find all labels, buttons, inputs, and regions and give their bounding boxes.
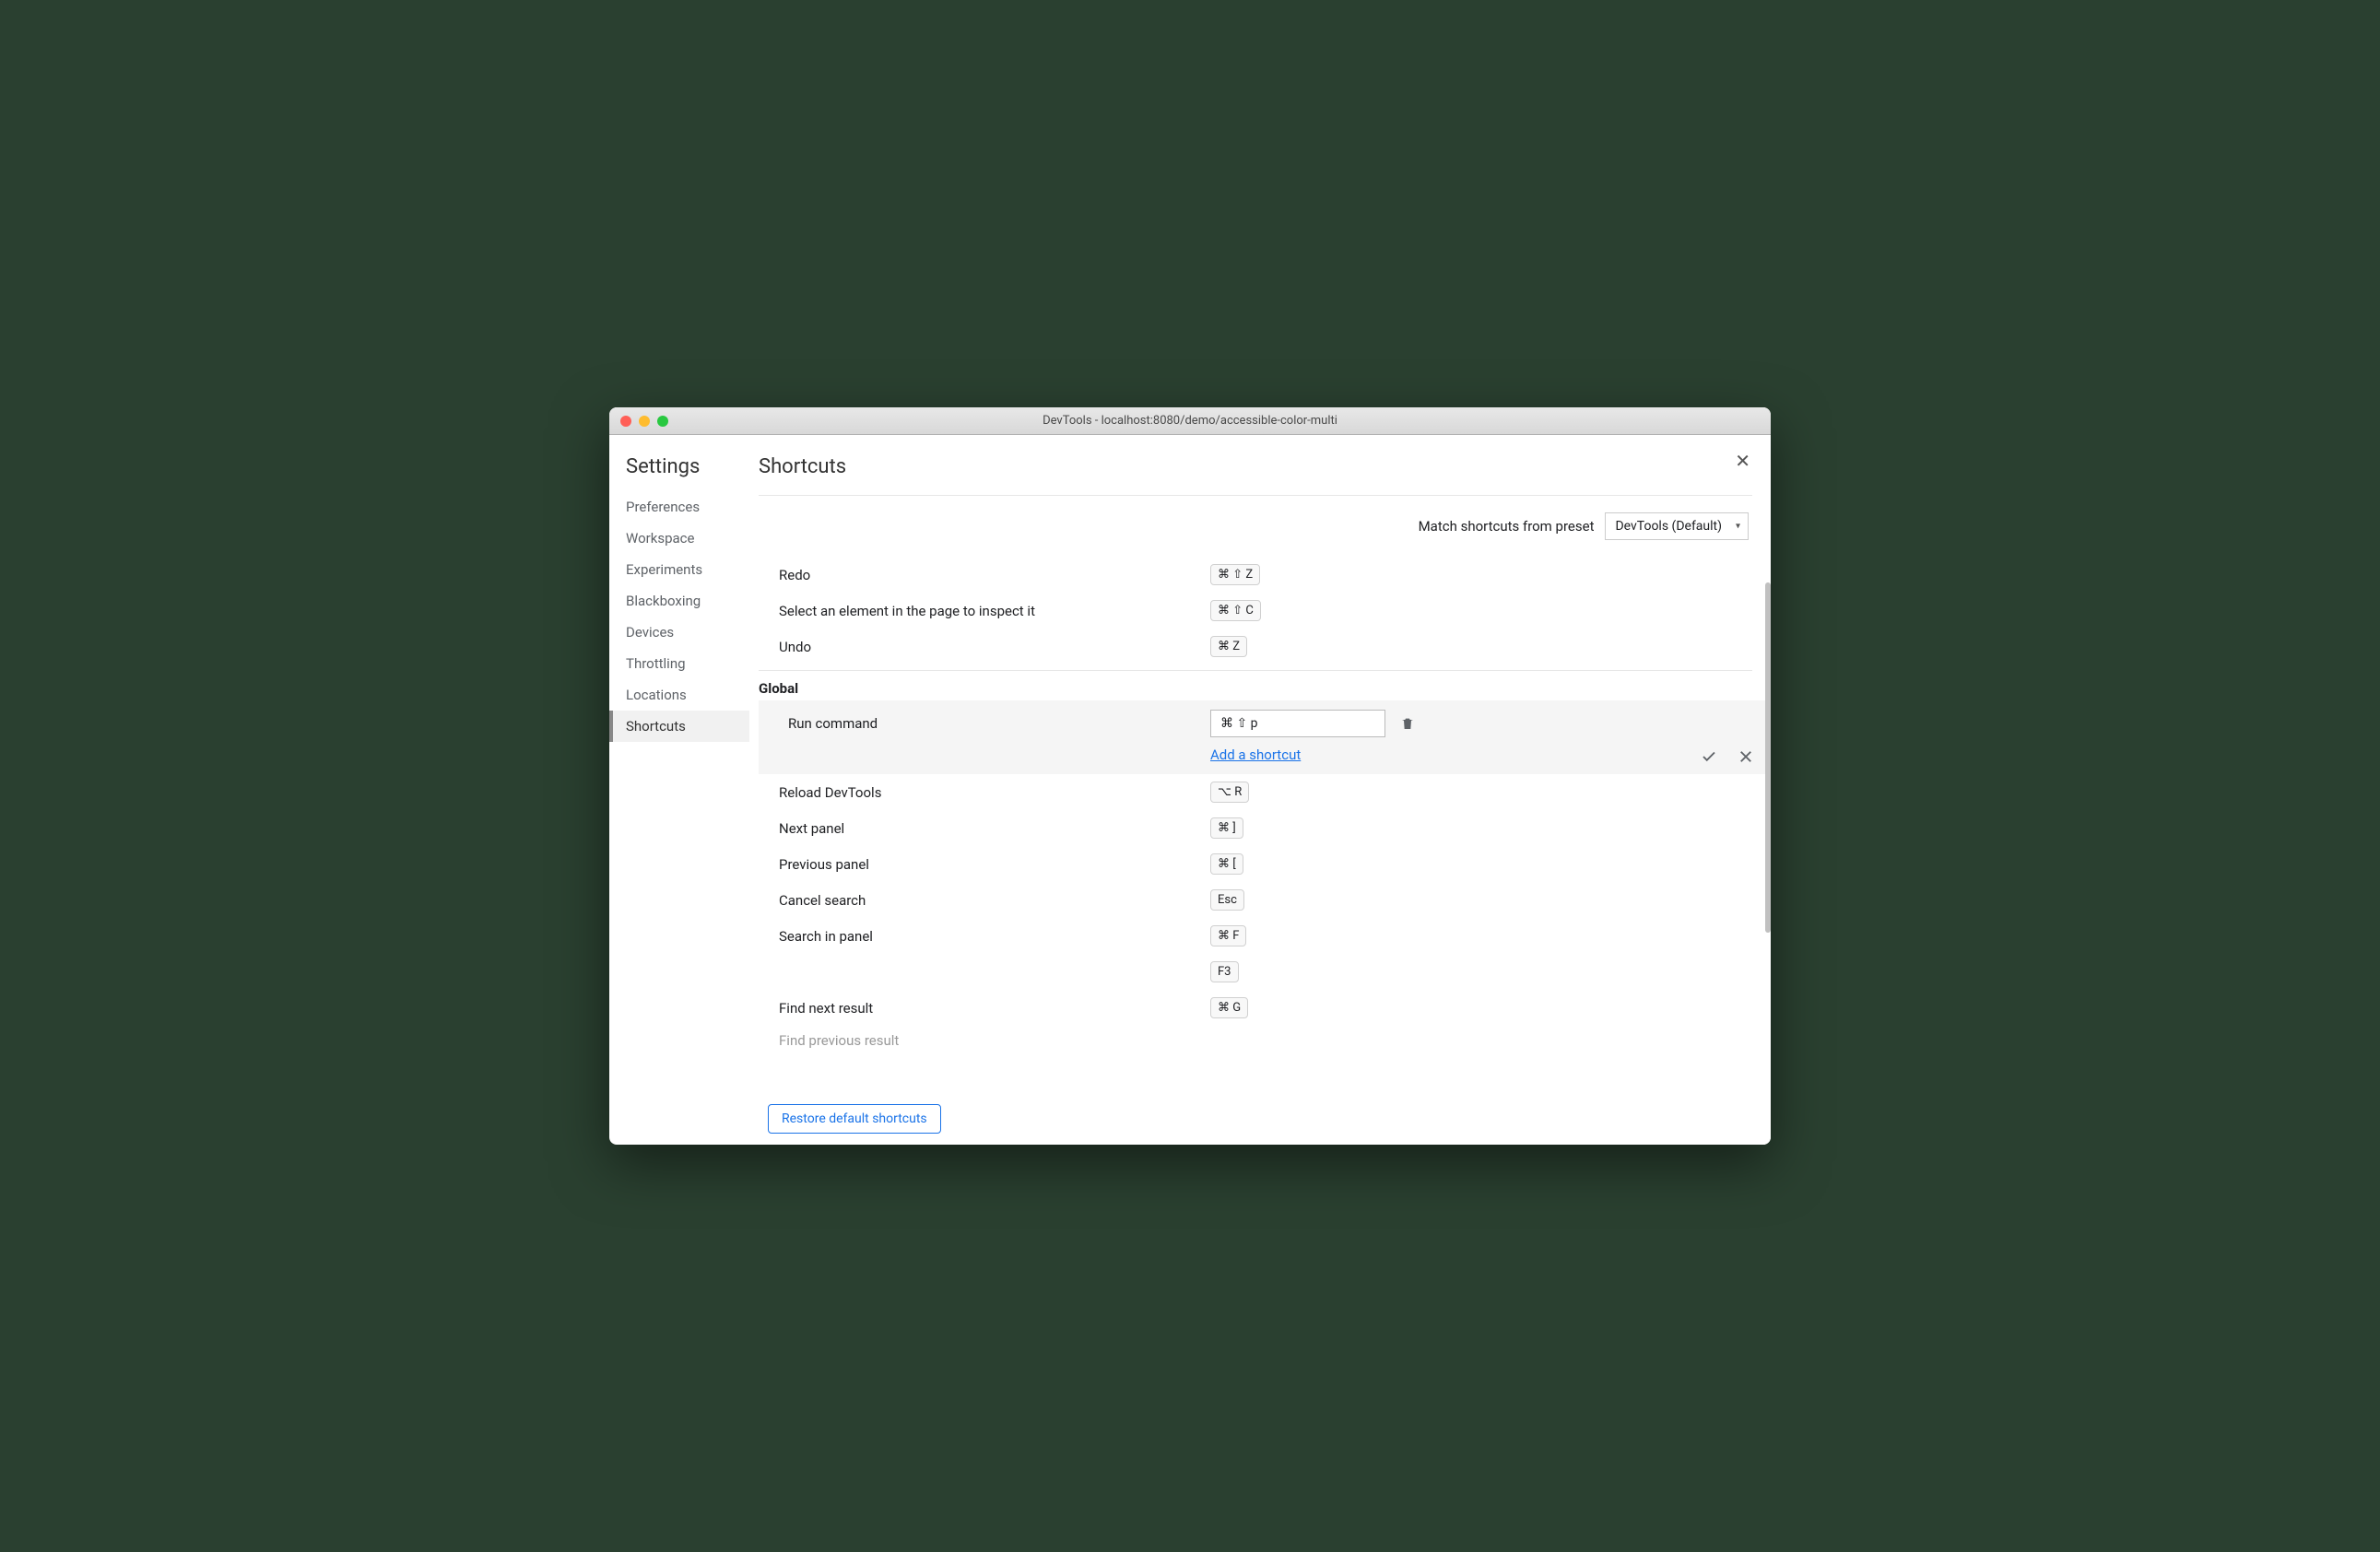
shortcut-row-run-command-editing: Run command Add a shortcut [759,700,1765,774]
shortcut-keys: ⌘ [ [1210,853,1771,875]
sidebar-item-devices[interactable]: Devices [609,617,749,648]
shortcut-row-select-element[interactable]: Select an element in the page to inspect… [759,593,1771,629]
add-shortcut-link[interactable]: Add a shortcut [1210,747,1301,763]
shortcut-keys: ⌘ F [1210,925,1771,946]
shortcut-row-cancel-search[interactable]: Cancel search Esc [759,882,1771,918]
key-badge: F3 [1210,961,1239,982]
sidebar-item-experiments[interactable]: Experiments [609,554,749,585]
shortcut-row-redo[interactable]: Redo ⌘ ⇧ Z [759,557,1771,593]
close-panel-button[interactable]: ✕ [1735,452,1750,470]
main-panel: Shortcuts Match shortcuts from preset De… [749,435,1771,1145]
preset-label: Match shortcuts from preset [1419,518,1595,535]
edit-actions [1701,748,1754,765]
titlebar: DevTools - localhost:8080/demo/accessibl… [609,407,1771,435]
sidebar-item-preferences[interactable]: Preferences [609,491,749,523]
shortcut-row-search-in-panel[interactable]: Search in panel ⌘ F [759,918,1771,954]
shortcut-row-find-next[interactable]: Find next result ⌘ G [759,990,1771,1026]
shortcut-input[interactable] [1210,710,1385,737]
shortcut-label: Select an element in the page to inspect… [759,603,1210,619]
shortcut-keys: F3 [1210,961,1771,982]
traffic-lights [620,416,668,427]
restore-defaults-button[interactable]: Restore default shortcuts [768,1104,941,1134]
sidebar-title: Settings [609,450,749,491]
restore-bar: Restore default shortcuts [768,1096,1771,1145]
sidebar-item-shortcuts[interactable]: Shortcuts [609,711,749,742]
preset-select[interactable]: DevTools (Default) [1605,512,1749,540]
cancel-edit-button[interactable] [1738,748,1754,765]
delete-shortcut-button[interactable] [1400,715,1415,732]
sidebar-item-locations[interactable]: Locations [609,679,749,711]
sidebar-item-workspace[interactable]: Workspace [609,523,749,554]
check-icon [1701,748,1717,765]
key-badge: Esc [1210,889,1244,911]
shortcut-keys: ⌘ ⇧ C [1210,600,1771,621]
key-badge: ⌘ [ [1210,853,1243,875]
content-area: ✕ Settings Preferences Workspace Experim… [609,435,1771,1145]
key-badge: ⌘ ⇧ Z [1210,564,1260,585]
shortcut-label: Next panel [759,820,1210,837]
shortcut-row-next-panel[interactable]: Next panel ⌘ ] [759,810,1771,846]
shortcut-keys: ⌥ R [1210,782,1771,803]
trash-icon [1400,715,1415,732]
shortcut-label: Run command [759,715,1210,732]
key-badge: ⌥ R [1210,782,1249,803]
preset-row: Match shortcuts from preset DevTools (De… [749,496,1771,557]
scrollbar-thumb[interactable] [1765,582,1771,933]
preset-select-value: DevTools (Default) [1615,519,1722,534]
shortcut-keys: ⌘ ⇧ Z [1210,564,1771,585]
sidebar-item-throttling[interactable]: Throttling [609,648,749,679]
maximize-window-button[interactable] [657,416,668,427]
shortcut-row-find-previous[interactable]: Find previous result [759,1026,1771,1048]
devtools-window: DevTools - localhost:8080/demo/accessibl… [609,407,1771,1145]
x-icon [1738,748,1754,765]
section-header-global: Global [759,670,1752,700]
shortcut-label: Reload DevTools [759,784,1210,801]
confirm-edit-button[interactable] [1701,748,1717,765]
shortcut-keys: ⌘ G [1210,997,1771,1018]
window-title: DevTools - localhost:8080/demo/accessibl… [1043,414,1337,428]
shortcut-keys: Esc [1210,889,1771,911]
shortcut-row-previous-panel[interactable]: Previous panel ⌘ [ [759,846,1771,882]
shortcut-label: Cancel search [759,892,1210,909]
shortcut-label: Find next result [759,1000,1210,1017]
shortcut-label: Undo [759,639,1210,655]
shortcuts-list: Redo ⌘ ⇧ Z Select an element in the page… [759,557,1771,1145]
key-badge: ⌘ ⇧ C [1210,600,1261,621]
page-title: Shortcuts [749,450,1771,495]
shortcut-label: Redo [759,567,1210,583]
shortcut-row-reload-devtools[interactable]: Reload DevTools ⌥ R [759,774,1771,810]
settings-sidebar: Settings Preferences Workspace Experimen… [609,435,749,1145]
sidebar-item-blackboxing[interactable]: Blackboxing [609,585,749,617]
shortcut-row-search-in-panel-alt[interactable]: F3 [759,954,1771,990]
key-badge: ⌘ F [1210,925,1246,946]
shortcut-row-undo[interactable]: Undo ⌘ Z [759,629,1771,664]
key-badge: ⌘ G [1210,997,1248,1018]
shortcut-keys: ⌘ Z [1210,636,1771,657]
shortcut-keys: ⌘ ] [1210,817,1771,839]
minimize-window-button[interactable] [639,416,650,427]
shortcut-label: Previous panel [759,856,1210,873]
shortcut-label: Search in panel [759,928,1210,945]
close-window-button[interactable] [620,416,631,427]
key-badge: ⌘ ] [1210,817,1243,839]
key-badge: ⌘ Z [1210,636,1247,657]
shortcut-label: Find previous result [759,1032,1210,1048]
